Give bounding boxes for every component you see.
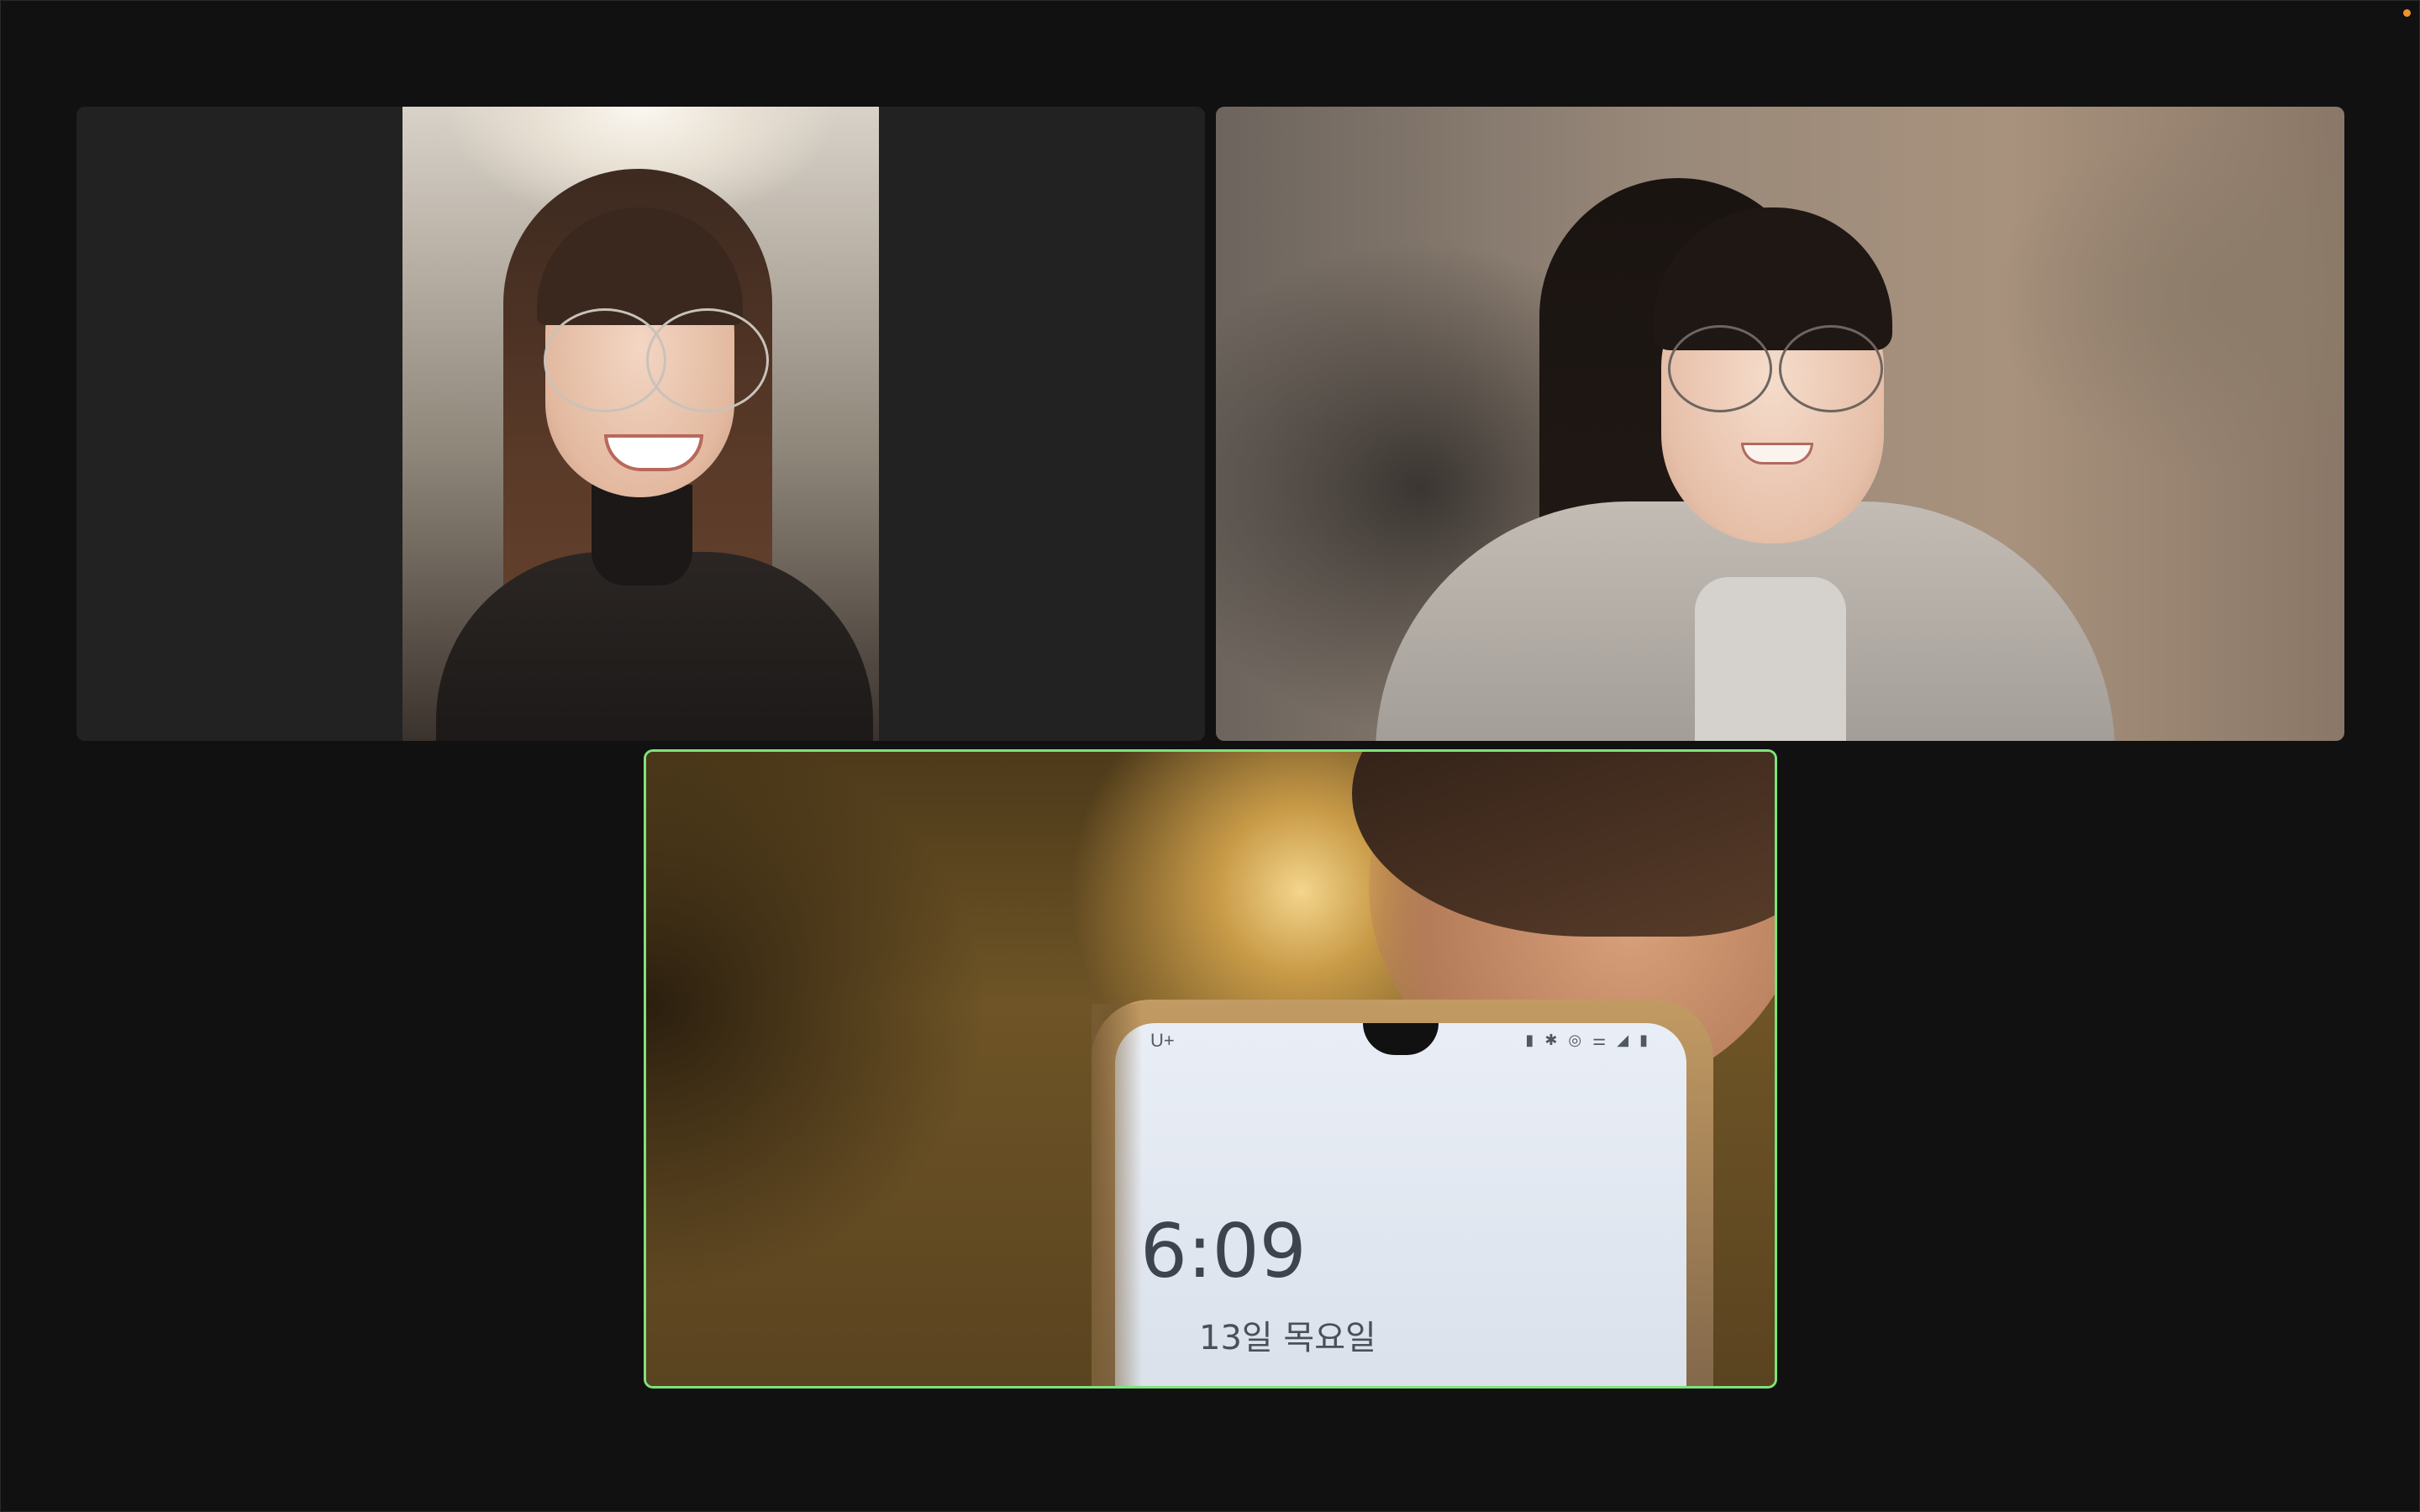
participant-shirt [1695, 577, 1846, 741]
participant-neck [592, 485, 692, 585]
participant-video-3: U+ ▮ ✱ ◎ ⚌ ◢ ▮ 6:09 13일 목요일 [646, 752, 1775, 1386]
motion-blur-overlay [1092, 1004, 1142, 1386]
held-phone: U+ ▮ ✱ ◎ ⚌ ◢ ▮ 6:09 13일 목요일 [1092, 1000, 1713, 1386]
glasses-lens-icon [646, 308, 769, 412]
phone-clock-date: 13일 목요일 [1199, 1319, 1376, 1357]
phone-camera-notch [1363, 1023, 1439, 1055]
glasses-lens-icon [1668, 325, 1772, 412]
recording-indicator-icon [2403, 9, 2411, 17]
phone-clock-time: 6:09 [1140, 1208, 1307, 1294]
participant-tile-3-active-speaker[interactable]: U+ ▮ ✱ ◎ ⚌ ◢ ▮ 6:09 13일 목요일 [646, 752, 1775, 1386]
glasses-lens-icon [1779, 325, 1883, 412]
phone-carrier-label: U+ [1150, 1030, 1175, 1051]
participant-video-1 [402, 107, 879, 741]
meeting-window: U+ ▮ ✱ ◎ ⚌ ◢ ▮ 6:09 13일 목요일 [0, 0, 2420, 1512]
participant-mouth [1741, 443, 1813, 465]
phone-status-icons: ▮ ✱ ◎ ⚌ ◢ ▮ [1525, 1032, 1651, 1048]
participant-tile-2[interactable] [1216, 107, 2344, 741]
participant-tile-1[interactable] [76, 107, 1205, 741]
phone-screen: U+ ▮ ✱ ◎ ⚌ ◢ ▮ 6:09 13일 목요일 [1115, 1023, 1686, 1386]
participant-video-2 [1216, 107, 2344, 741]
